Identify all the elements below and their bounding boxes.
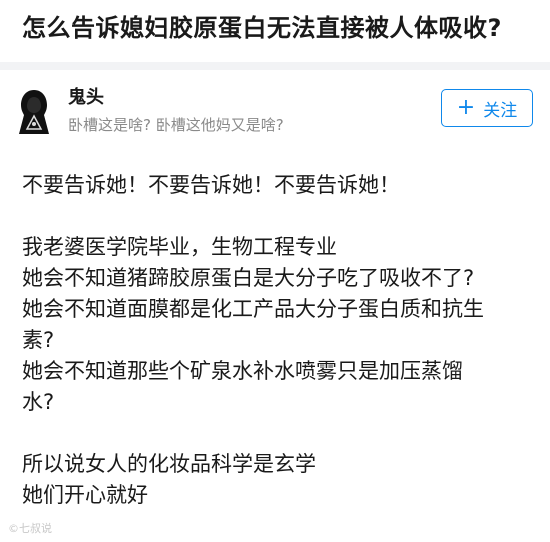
question-title[interactable]: 怎么告诉媳妇胶原蛋白无法直接被人体吸收?: [22, 12, 532, 44]
answer-line: 她会不知道那些个矿泉水补水喷雾只是加压蒸馏: [22, 359, 463, 383]
answer-line: 水?: [22, 390, 55, 414]
answer-line: 她们开心就好: [22, 483, 148, 507]
author-row: 鬼头 卧槽这是啥? 卧槽这他妈又是啥? + 关注: [0, 70, 550, 152]
follow-button[interactable]: + 关注: [441, 89, 533, 127]
hooded-figure-avatar[interactable]: [15, 88, 53, 136]
author-name[interactable]: 鬼头: [68, 86, 104, 110]
answer-line: 她会不知道面膜都是化工产品大分子蛋白质和抗生: [22, 297, 484, 321]
author-bio: 卧槽这是啥? 卧槽这他妈又是啥?: [68, 116, 284, 134]
answer-line: 她会不知道猪蹄胶原蛋白是大分子吃了吸收不了?: [22, 266, 475, 290]
answer-line: 我老婆医学院毕业，生物工程专业: [22, 235, 337, 259]
follow-button-label: 关注: [483, 100, 518, 121]
answer-line: 所以说女人的化妆品科学是玄学: [22, 452, 316, 476]
answer-body: 不要告诉她！不要告诉她！不要告诉她！ 我老婆医学院毕业，生物工程专业 她会不知道…: [22, 170, 532, 511]
section-divider: [0, 62, 550, 70]
answer-line: 素?: [22, 328, 55, 352]
watermark: ©七叔说: [8, 522, 52, 535]
plus-icon: +: [456, 95, 476, 120]
answer-line: 不要告诉她！不要告诉她！不要告诉她！: [22, 173, 400, 197]
